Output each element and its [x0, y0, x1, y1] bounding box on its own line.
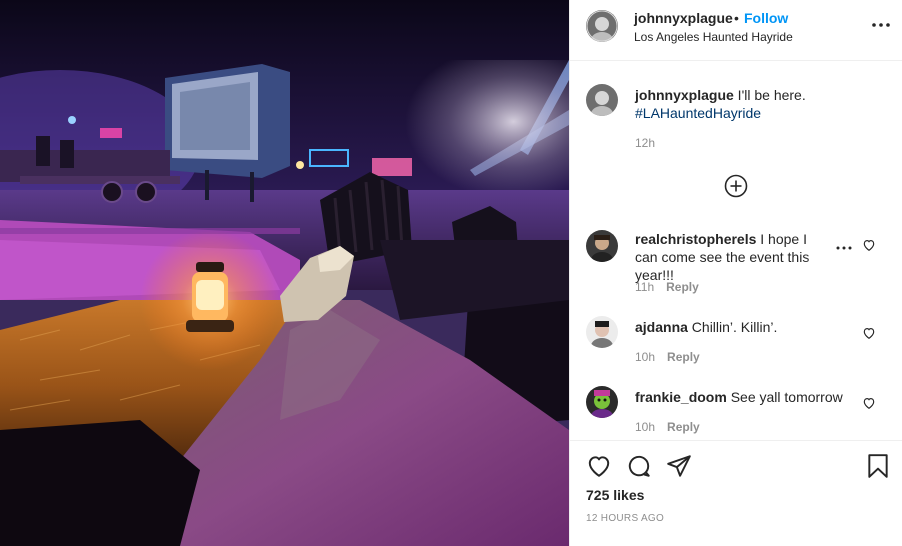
avatar-image	[586, 84, 618, 116]
commenter-avatar[interactable]	[586, 316, 618, 348]
caption-hashtag[interactable]: #LAHauntedHayride	[635, 104, 761, 122]
reply-button[interactable]: Reply	[667, 420, 700, 434]
comment-meta: 10h Reply	[635, 420, 700, 434]
text-fade	[805, 230, 830, 266]
caption-body: I'll be here.	[733, 87, 806, 103]
comment-body: See yall tomorrow	[726, 389, 843, 405]
comment-meta: 11h Reply	[635, 280, 699, 294]
heart-icon[interactable]	[862, 396, 876, 410]
caption-avatar[interactable]	[586, 84, 618, 116]
comment-time: 11h	[635, 280, 655, 294]
comment-username[interactable]: ajdanna	[635, 319, 688, 335]
heart-icon[interactable]	[862, 238, 876, 252]
post-timestamp: 12 HOURS AGO	[586, 513, 665, 524]
post-header: johnnyxplague • Follow Los Angeles Haunt…	[570, 0, 902, 61]
comment-username[interactable]: realchristopherels	[635, 231, 756, 247]
caption-time: 12h	[635, 136, 656, 150]
post-actions: 725 likes 12 HOURS AGO	[570, 440, 902, 546]
likes-count[interactable]: 725 likes	[586, 487, 644, 503]
comment-options-icon[interactable]	[835, 240, 853, 250]
comment-icon[interactable]	[626, 453, 652, 479]
plus-circle-icon[interactable]	[724, 174, 748, 198]
comment-text: ajdanna Chillin’. Killin’.	[635, 318, 825, 336]
post-location[interactable]: Los Angeles Haunted Hayride	[634, 30, 793, 44]
caption-text: johnnyxplague I'll be here.	[635, 86, 806, 104]
share-icon[interactable]	[666, 453, 692, 479]
reply-button[interactable]: Reply	[666, 280, 699, 294]
comment-text: realchristopherels I hope I can come see…	[635, 230, 825, 284]
commenter-avatar[interactable]	[586, 386, 618, 418]
post-side-panel: johnnyxplague • Follow Los Angeles Haunt…	[569, 0, 902, 546]
commenter-avatar[interactable]	[586, 230, 618, 262]
post-modal: johnnyxplague • Follow Los Angeles Haunt…	[0, 0, 902, 546]
author-username[interactable]: johnnyxplague	[634, 10, 733, 26]
comment-time: 10h	[635, 350, 656, 364]
caption-username[interactable]: johnnyxplague	[635, 87, 734, 103]
heart-icon[interactable]	[586, 453, 612, 479]
heart-icon[interactable]	[862, 326, 876, 340]
author-avatar[interactable]	[586, 10, 618, 42]
avatar-image	[586, 316, 618, 348]
separator-dot: •	[734, 10, 739, 26]
comment-body: Chillin’. Killin’.	[687, 319, 778, 335]
comment-text: frankie_doom See yall tomorrow	[635, 388, 865, 406]
comment-meta: 10h Reply	[635, 350, 700, 364]
comment-username[interactable]: frankie_doom	[635, 389, 727, 405]
hayride-night-scene	[0, 0, 569, 546]
post-photo[interactable]	[0, 0, 569, 546]
bookmark-icon[interactable]	[865, 453, 891, 479]
comment-time: 10h	[635, 420, 656, 434]
avatar-image	[586, 230, 618, 262]
follow-button[interactable]: Follow	[744, 10, 788, 26]
more-options-icon[interactable]	[870, 14, 892, 36]
reply-button[interactable]: Reply	[667, 350, 700, 364]
avatar-image	[586, 10, 618, 42]
avatar-image	[586, 386, 618, 418]
